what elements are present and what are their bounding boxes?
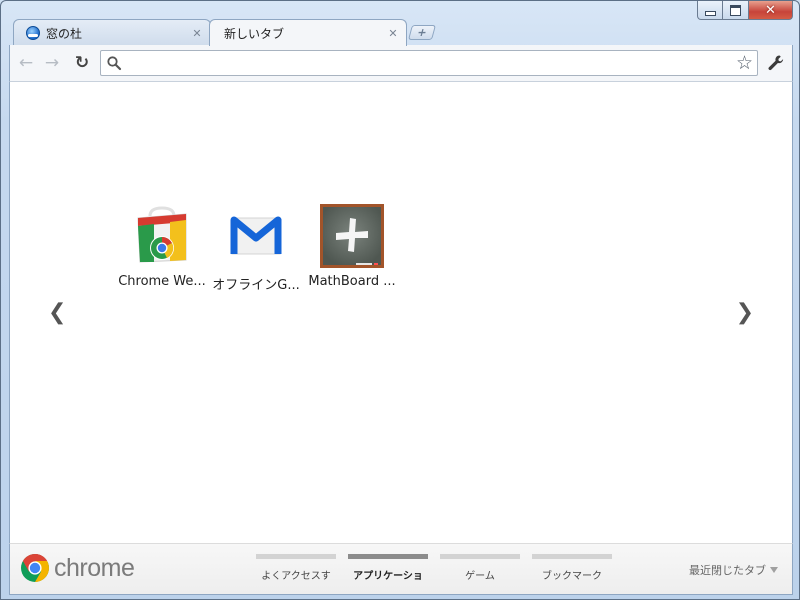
forward-arrow-icon: → — [44, 53, 60, 73]
maximize-button[interactable] — [723, 1, 749, 20]
section-apps[interactable]: アプリケーショ — [348, 554, 428, 590]
section-bookmarks[interactable]: ブックマーク — [532, 554, 612, 590]
reload-icon: ↻ — [74, 53, 90, 73]
new-tab-button[interactable]: + — [407, 25, 437, 40]
close-icon: ✕ — [765, 2, 776, 18]
tab-title: 新しいタブ — [224, 26, 285, 41]
recently-closed-label: 最近閉じたタブ — [689, 564, 766, 577]
chevron-right-icon: ❯ — [735, 300, 754, 325]
tab-title: 窓の杜 — [46, 26, 83, 41]
wrench-icon[interactable] — [766, 53, 786, 73]
section-label: ゲーム — [465, 571, 495, 582]
app-tile-chrome-web-store[interactable]: Chrome We... — [116, 204, 208, 294]
plus-icon: + — [415, 26, 429, 39]
mathboard-icon — [320, 204, 384, 268]
app-label: MathBoard ... — [308, 274, 396, 289]
app-label: Chrome We... — [118, 274, 206, 289]
section-label: よくアクセスす — [261, 571, 331, 582]
section-games[interactable]: ゲーム — [440, 554, 520, 590]
maximize-icon — [730, 4, 741, 16]
app-label: オフラインG... — [212, 278, 300, 293]
tab-close-icon[interactable]: ✕ — [188, 27, 206, 40]
tab-close-icon[interactable]: ✕ — [384, 27, 402, 40]
reload-button[interactable]: ↻ — [72, 53, 92, 73]
madonomori-favicon-icon — [26, 26, 40, 40]
new-tab-page: Chrome We... オフラインG... MathBoard ... ❮ ❯ — [9, 81, 793, 543]
chrome-web-store-icon — [137, 206, 187, 263]
tab-madonomori[interactable]: 窓の杜 ✕ — [13, 19, 211, 46]
back-arrow-icon: ← — [18, 53, 34, 73]
back-button[interactable]: ← — [16, 53, 36, 73]
window-controls: ✕ — [697, 1, 793, 21]
toolbar: ← → ↻ ☆ — [9, 45, 793, 81]
omnibox[interactable]: ☆ — [100, 50, 758, 76]
browser-window: ✕ 窓の杜 ✕ 新しいタブ ✕ + ← → ↻ ☆ Chrome We... オ… — [0, 0, 800, 600]
section-bar — [256, 554, 336, 559]
brand-name: chrome — [54, 553, 135, 582]
minimize-icon — [704, 10, 716, 16]
tab-strip: 窓の杜 ✕ 新しいタブ ✕ + — [1, 19, 799, 46]
forward-button[interactable]: → — [42, 53, 62, 73]
chevron-down-icon — [770, 567, 778, 573]
section-bar — [348, 554, 428, 559]
omnibox-input[interactable] — [127, 54, 731, 74]
section-bar — [440, 554, 520, 559]
chrome-logo-icon — [21, 554, 49, 582]
search-icon — [107, 56, 122, 71]
section-label: ブックマーク — [542, 571, 602, 582]
offline-gmail-icon — [230, 216, 282, 255]
chrome-brand: chrome — [20, 553, 135, 583]
app-tile-offline-gmail[interactable]: オフラインG... — [210, 204, 302, 294]
bookmark-star-icon[interactable]: ☆ — [736, 52, 753, 74]
new-tab-footer: chrome よくアクセスす アプリケーショ ゲーム ブックマーク 最近閉じたタ… — [9, 543, 793, 595]
minimize-button[interactable] — [697, 1, 723, 20]
previous-page-button[interactable]: ❮ — [48, 300, 66, 325]
close-window-button[interactable]: ✕ — [749, 1, 793, 20]
tab-new-tab[interactable]: 新しいタブ ✕ — [209, 19, 407, 46]
next-page-button[interactable]: ❯ — [736, 300, 754, 325]
section-bar — [532, 554, 612, 559]
section-most-visited[interactable]: よくアクセスす — [256, 554, 336, 590]
app-tile-mathboard[interactable]: MathBoard ... — [306, 204, 398, 294]
chevron-left-icon: ❮ — [48, 300, 67, 325]
section-label: アプリケーショ — [353, 571, 423, 582]
recently-closed-menu[interactable]: 最近閉じたタブ — [689, 562, 778, 578]
